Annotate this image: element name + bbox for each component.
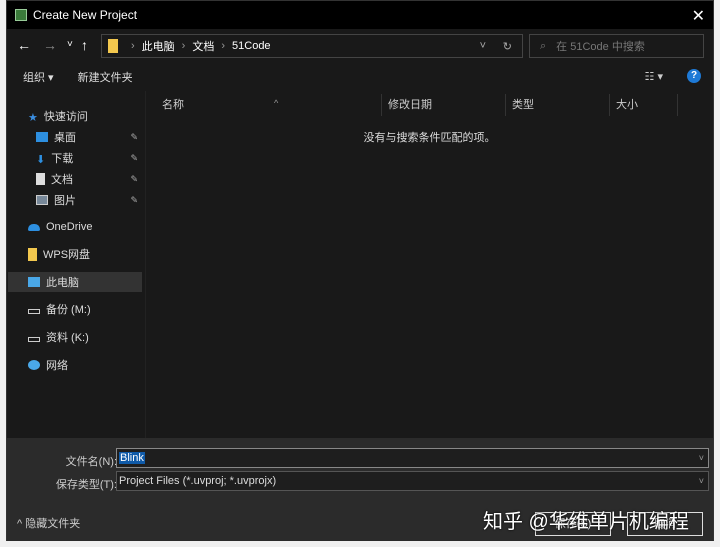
watermark: 知乎 @华维单片机编程: [483, 511, 689, 533]
computer-icon: [28, 277, 40, 287]
desktop-icon: [36, 132, 48, 142]
new-folder-button[interactable]: 新建文件夹: [78, 69, 133, 85]
column-header-date[interactable]: 修改日期: [382, 94, 506, 116]
address-bar[interactable]: › 此电脑 › 文档 › 51Code ˅ ↻: [101, 34, 523, 58]
sidebar-item-label: 网络: [46, 360, 68, 372]
navigation-row: ← → ˅ ↑ › 此电脑 › 文档 › 51Code ˅ ↻ ⌕ 在 51Co…: [7, 32, 713, 59]
breadcrumb-documents[interactable]: 文档: [192, 38, 214, 54]
sidebar-item-label: 下载: [51, 153, 74, 165]
drive-icon: [28, 336, 40, 342]
pin-icon: ✎: [130, 131, 138, 142]
sort-ascending-icon: ^: [274, 98, 279, 108]
breadcrumb-separator: ›: [131, 40, 135, 52]
breadcrumb-separator: ›: [181, 40, 186, 52]
refresh-icon[interactable]: ↻: [503, 40, 512, 53]
sidebar-item-label: 桌面: [54, 132, 76, 144]
sidebar-item-wps[interactable]: WPS网盘: [8, 244, 142, 264]
sidebar-item-label: WPS网盘: [43, 249, 91, 261]
folder-icon: [108, 39, 118, 53]
breadcrumb-separator: ›: [221, 40, 226, 52]
sidebar-item-onedrive[interactable]: OneDrive: [8, 217, 142, 237]
sidebar-item-label: 此电脑: [46, 277, 79, 289]
app-icon: [15, 9, 27, 21]
forward-button[interactable]: →: [43, 37, 57, 53]
folder-icon: [28, 247, 37, 261]
recent-locations-button[interactable]: ˅: [67, 39, 73, 50]
sidebar-item-drive-k[interactable]: 资料 (K:): [8, 327, 142, 347]
view-options-button[interactable]: ☷ ▾: [645, 70, 663, 83]
sidebar-item-drive-m[interactable]: 备份 (M:): [8, 299, 142, 319]
document-icon: [36, 173, 45, 185]
filename-input[interactable]: Blink ˅: [116, 448, 709, 468]
sidebar-item-label: 快速访问: [43, 111, 88, 123]
sidebar-item-desktop[interactable]: 桌面 ✎: [8, 127, 142, 147]
empty-message: 没有与搜索条件匹配的项。: [363, 132, 496, 144]
pin-icon: ✎: [130, 194, 138, 205]
address-dropdown-icon[interactable]: ˅: [480, 40, 486, 52]
sidebar-item-documents[interactable]: 文档 ✎: [8, 169, 142, 189]
chevron-down-icon[interactable]: ˅: [699, 449, 704, 467]
file-list: 名称 ^ 修改日期 类型 大小 没有与搜索条件匹配的项。: [145, 91, 713, 438]
close-button[interactable]: ✕: [692, 6, 705, 26]
pin-icon: ✎: [130, 173, 138, 184]
filetype-select[interactable]: Project Files (*.uvproj; *.uvprojx) ˅: [116, 471, 709, 491]
cloud-icon: [28, 223, 40, 231]
filetype-value: Project Files (*.uvproj; *.uvprojx): [119, 475, 277, 487]
download-icon: ⬇: [36, 154, 46, 166]
column-header-size[interactable]: 大小: [610, 94, 678, 116]
sidebar-item-label: OneDrive: [46, 221, 93, 233]
window-title: Create New Project: [33, 8, 138, 22]
search-input[interactable]: ⌕ 在 51Code 中搜索: [529, 34, 704, 58]
pin-icon: ✎: [130, 152, 138, 163]
hide-folders-button[interactable]: ^ 隐藏文件夹: [17, 515, 80, 531]
sidebar-item-label: 资料 (K:): [46, 332, 89, 344]
sidebar-item-label: 图片: [54, 195, 76, 207]
filetype-label: 保存类型(T):: [55, 479, 117, 491]
organize-button[interactable]: 组织 ▾: [23, 69, 54, 85]
sidebar-item-network[interactable]: 网络: [8, 355, 142, 375]
sidebar-item-quick-access[interactable]: ★ 快速访问: [8, 106, 142, 126]
back-button[interactable]: ←: [17, 37, 31, 53]
create-project-dialog: Create New Project ✕ ← → ˅ ↑ › 此电脑 › 文档 …: [6, 0, 714, 541]
star-icon: ★: [28, 112, 38, 124]
search-icon: ⌕: [540, 39, 547, 52]
column-header-name[interactable]: 名称 ^: [156, 94, 382, 116]
sidebar-item-label: 文档: [51, 174, 73, 186]
navigation-pane: ★ 快速访问 桌面 ✎ ⬇ 下载 ✎ 文档 ✎ 图片 ✎ OneDrive WPS网盘 此电…: [8, 93, 144, 438]
sidebar-item-pictures[interactable]: 图片 ✎: [8, 190, 142, 210]
breadcrumb-this-pc[interactable]: 此电脑: [142, 38, 175, 54]
help-button[interactable]: ?: [687, 69, 701, 83]
toolbar: 组织 ▾ 新建文件夹 ☷ ▾ ?: [7, 64, 713, 90]
title-bar: Create New Project ✕: [7, 1, 713, 29]
sidebar-item-this-pc[interactable]: 此电脑: [8, 272, 142, 292]
column-label: 名称: [162, 99, 184, 111]
filename-label: 文件名(N):: [65, 456, 117, 468]
picture-icon: [36, 195, 48, 205]
filename-value: Blink: [119, 452, 145, 464]
chevron-down-icon[interactable]: ˅: [699, 472, 704, 490]
column-header-type[interactable]: 类型: [506, 94, 610, 116]
drive-icon: [28, 308, 40, 314]
up-button[interactable]: ↑: [81, 37, 88, 53]
breadcrumb-51code[interactable]: 51Code: [232, 40, 271, 52]
network-icon: [28, 360, 40, 370]
sidebar-item-downloads[interactable]: ⬇ 下载 ✎: [8, 148, 142, 168]
search-placeholder: 在 51Code 中搜索: [556, 41, 645, 53]
sidebar-item-label: 备份 (M:): [46, 304, 91, 316]
